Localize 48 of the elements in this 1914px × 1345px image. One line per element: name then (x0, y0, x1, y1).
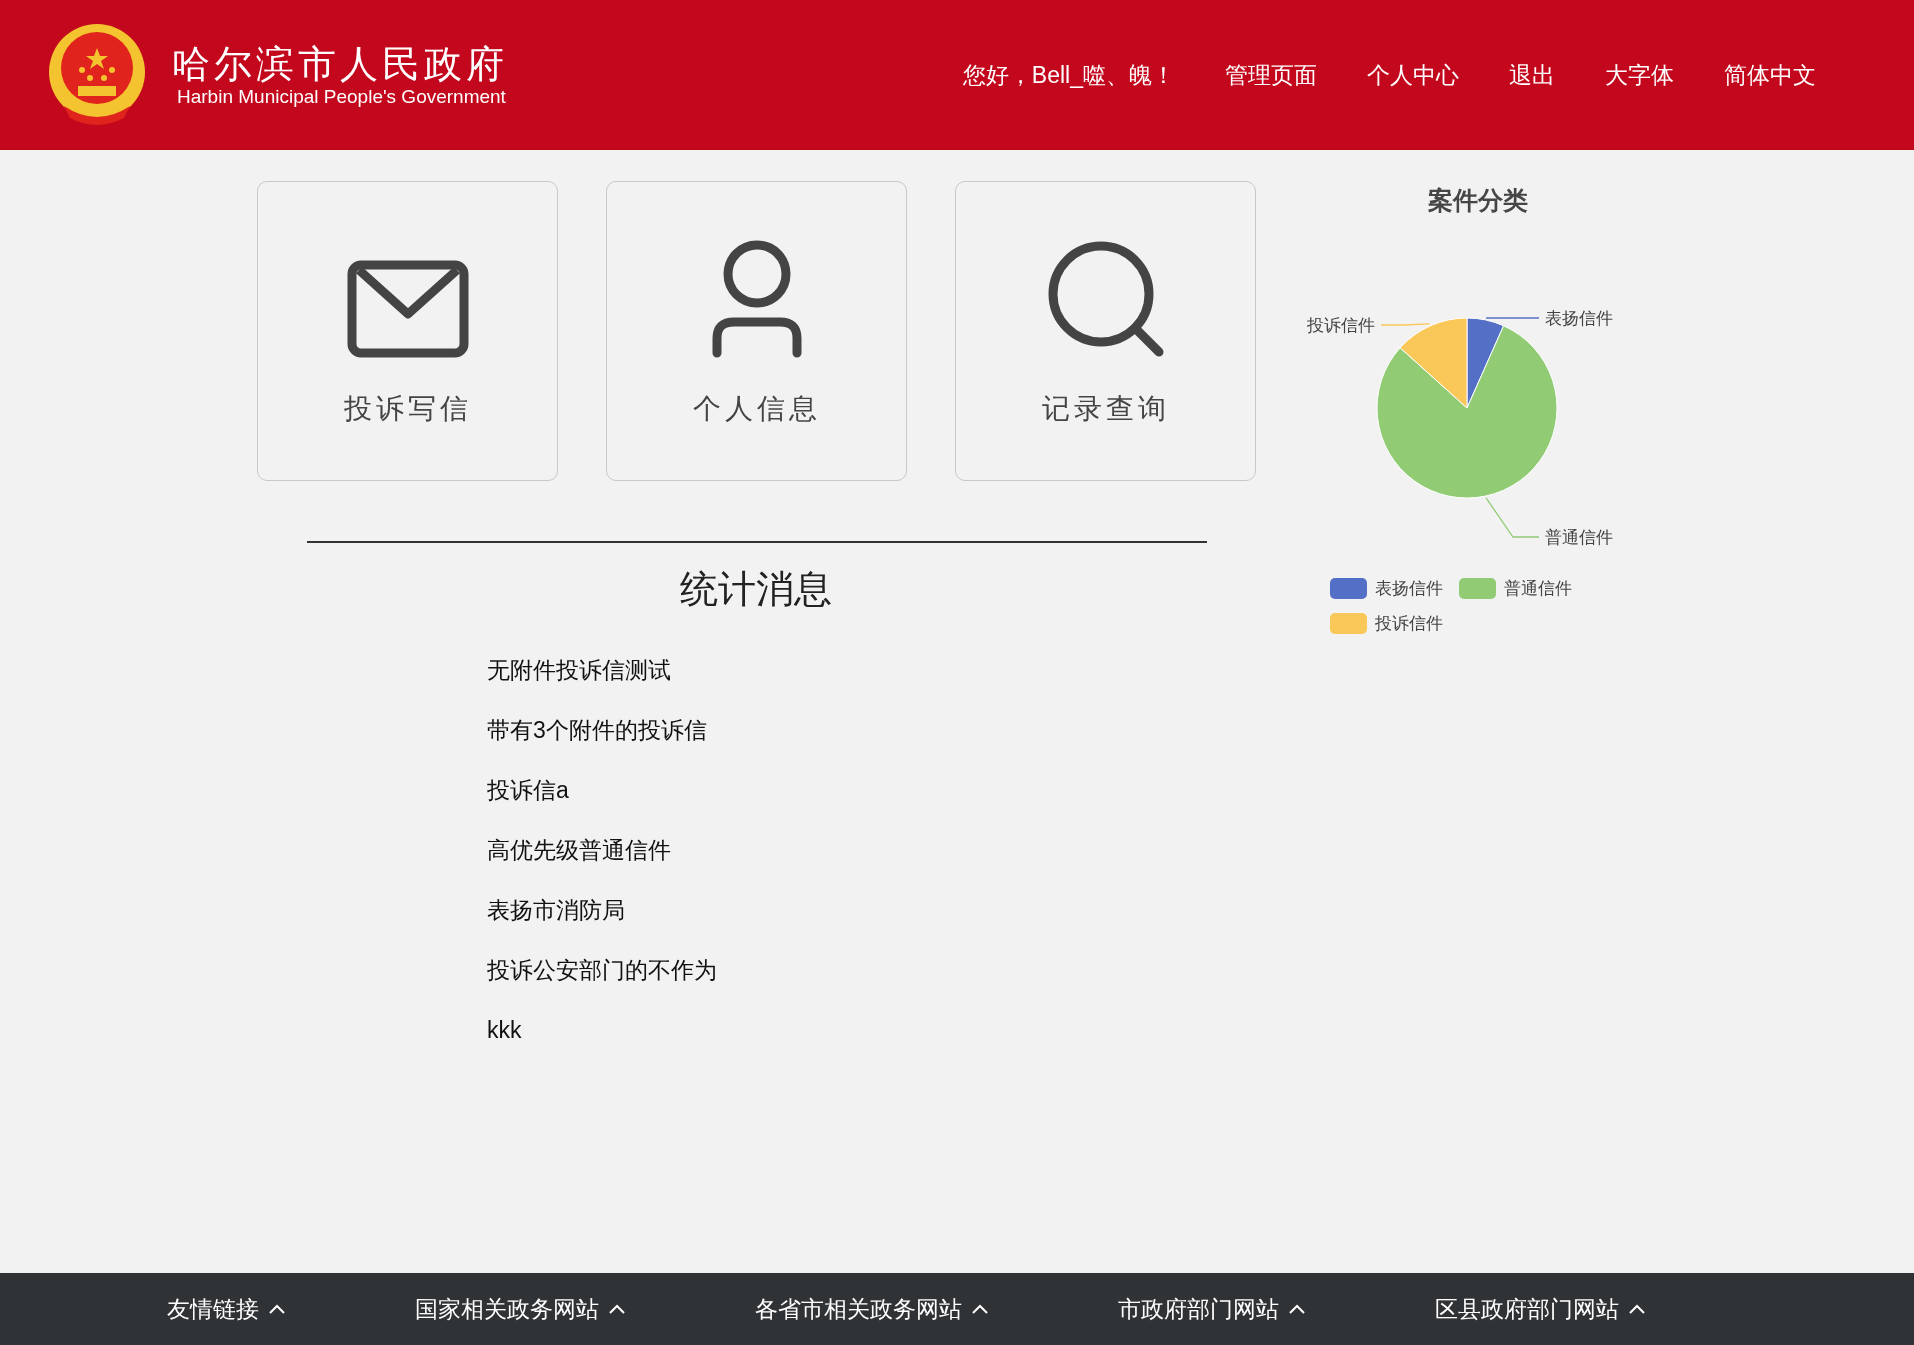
message-link[interactable]: 投诉信a (487, 774, 569, 806)
message-link[interactable]: 带有3个附件的投诉信 (487, 714, 707, 746)
card-label: 个人信息 (692, 392, 821, 426)
nav-link[interactable]: 个人中心 (1367, 57, 1459, 93)
chart-title: 案件分类 (1427, 185, 1528, 216)
footer-link[interactable]: 各省市相关政务网站 (755, 1291, 988, 1327)
nav-link[interactable]: 简体中文 (1724, 57, 1816, 93)
nav-link[interactable]: 大字体 (1605, 57, 1674, 93)
legend-label[interactable]: 投诉信件 (1375, 611, 1443, 637)
leader-line (1485, 316, 1540, 319)
slice-label: 表扬信件 (1545, 308, 1613, 328)
chevron-up-icon (609, 1304, 625, 1314)
feature-card[interactable]: 投诉写信 (257, 181, 558, 481)
message-link[interactable]: 投诉公安部门的不作为 (487, 954, 717, 986)
legend-label[interactable]: 表扬信件 (1375, 575, 1443, 601)
legend-swatch[interactable] (1459, 577, 1496, 599)
feature-card[interactable]: 记录查询 (955, 181, 1256, 481)
message-link[interactable]: 无附件投诉信测试 (487, 654, 671, 686)
legend-swatch[interactable] (1330, 613, 1367, 635)
nav-link[interactable]: 退出 (1509, 57, 1555, 93)
message-link[interactable]: 高优先级普通信件 (487, 834, 671, 866)
feature-card[interactable]: 个人信息 (606, 181, 907, 481)
legend-swatch[interactable] (1330, 577, 1367, 599)
greeting-link[interactable]: 您好，Bell_噬、魄！ (962, 57, 1175, 93)
chevron-up-icon (1629, 1304, 1645, 1314)
chevron-up-icon (1289, 1304, 1305, 1314)
mail-icon (346, 260, 469, 358)
card-label: 投诉写信 (343, 392, 472, 426)
chevron-up-icon (972, 1304, 988, 1314)
person-icon (711, 240, 802, 358)
message-link[interactable]: 表扬市消防局 (487, 894, 625, 926)
leader-line (1380, 322, 1431, 326)
card-label: 记录查询 (1041, 392, 1170, 426)
footer-link[interactable]: 市政府部门网站 (1118, 1291, 1305, 1327)
stats-title: 统计消息 (680, 567, 832, 612)
message-link[interactable]: kkk (487, 1014, 522, 1046)
search-icon (1046, 240, 1165, 358)
leader-line (1485, 496, 1540, 538)
site-title: 哈尔滨市人民政府 (172, 42, 508, 86)
nav-link[interactable]: 管理页面 (1225, 57, 1317, 93)
slice-label: 普通信件 (1545, 527, 1613, 547)
footer-link[interactable]: 区县政府部门网站 (1435, 1291, 1645, 1327)
chevron-up-icon (269, 1304, 285, 1314)
footer-link[interactable]: 友情链接 (167, 1291, 285, 1327)
footer-link[interactable]: 国家相关政务网站 (415, 1291, 625, 1327)
site-subtitle: Harbin Municipal People's Government (177, 86, 507, 108)
slice-label: 投诉信件 (1307, 315, 1375, 335)
legend-label[interactable]: 普通信件 (1504, 575, 1572, 601)
